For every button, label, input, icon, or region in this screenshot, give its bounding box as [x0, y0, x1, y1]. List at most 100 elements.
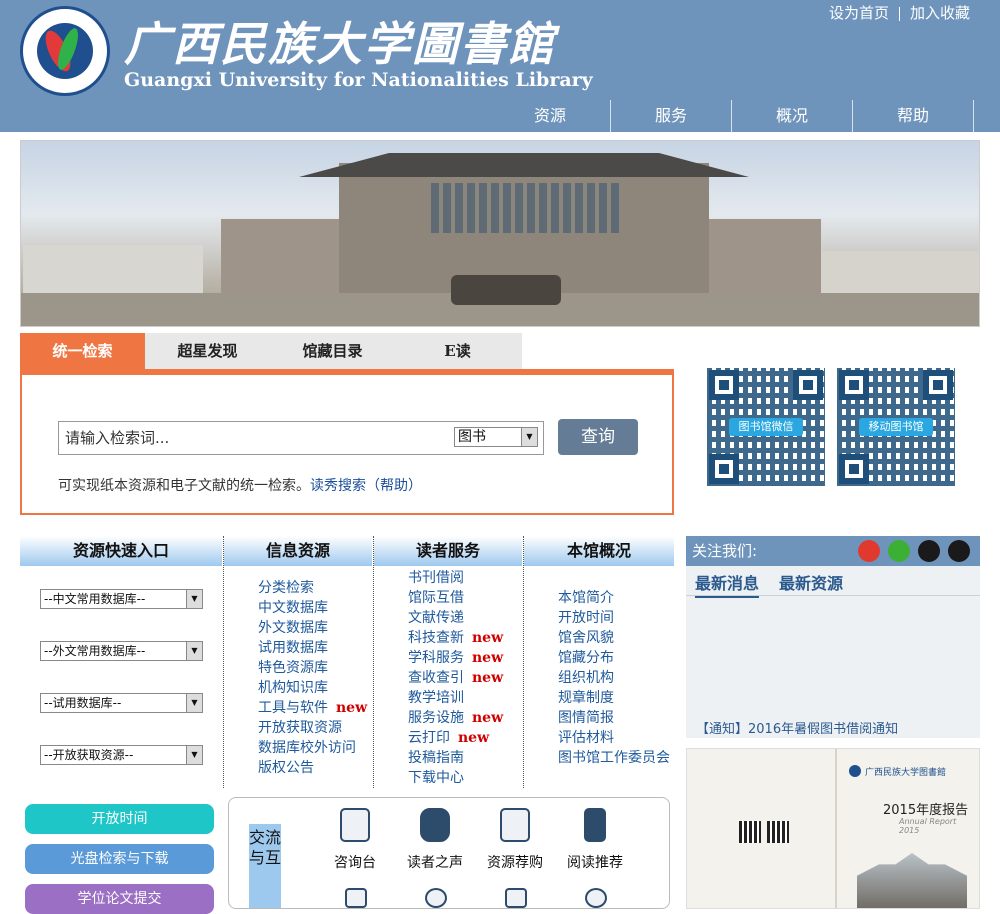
set-homepage-link[interactable]: 设为首页 [819, 4, 899, 22]
list-item[interactable]: 分类检索 [258, 578, 367, 598]
new-badge: new [336, 700, 368, 716]
list-item[interactable]: 学科服务 new [408, 648, 503, 668]
follow-us-label: 关注我们: [692, 542, 758, 560]
tab-unified-search[interactable]: 统一检索 [20, 333, 145, 369]
new-badge: new [458, 730, 490, 746]
tab-latest-news[interactable]: 最新消息 [695, 570, 760, 598]
select-value: --中文常用数据库-- [44, 592, 146, 606]
list-item[interactable]: 开放时间 [558, 608, 670, 628]
phone-icon[interactable] [345, 888, 367, 908]
list-item[interactable]: 云打印 new [408, 728, 503, 748]
nav-help[interactable]: 帮助 [853, 100, 974, 132]
news-ticker-item[interactable]: 【通知】2016年暑假图书借阅通知 [696, 720, 966, 734]
list-item[interactable]: 工具与软件 new [258, 698, 367, 718]
list-item[interactable]: 服务设施 new [408, 708, 503, 728]
search-button[interactable]: 查询 [558, 419, 638, 455]
list-item[interactable]: 教学培训 [408, 688, 503, 708]
list-item[interactable]: 馆际互借 [408, 588, 503, 608]
list-item[interactable]: 书刊借阅 [408, 568, 503, 588]
list-item[interactable]: 本馆简介 [558, 588, 670, 608]
search-panel: 请输入检索词... 图书 ▼ 查询 可实现纸本资源和电子文献的统一检索。读秀搜索… [20, 369, 674, 515]
pen-icon[interactable] [425, 888, 447, 908]
column-divider [523, 536, 524, 788]
list-item[interactable]: 中文数据库 [258, 598, 367, 618]
consult-desk-item[interactable]: 咨询台 [315, 808, 395, 872]
nav-overview[interactable]: 概况 [732, 100, 853, 132]
select-value: --开放获取资源-- [44, 748, 134, 762]
list-item[interactable]: 版权公告 [258, 758, 367, 778]
report-title: 2015年度报告 [883, 803, 969, 818]
reader-services-list: 书刊借阅 馆际互借 文献传递 科技查新 new 学科服务 new 查收查引 new 教… [408, 568, 503, 788]
tab-catalog[interactable]: 馆藏目录 [270, 333, 395, 369]
tab-chaoxing-discovery[interactable]: 超星发现 [145, 333, 270, 369]
wechat-icon[interactable] [888, 540, 910, 562]
nav-resources[interactable]: 资源 [490, 100, 611, 132]
list-item[interactable]: 图书馆工作委员会 [558, 748, 670, 768]
list-item[interactable]: 特色资源库 [258, 658, 367, 678]
list-item[interactable]: 下载中心 [408, 768, 503, 788]
weibo-icon[interactable] [858, 540, 880, 562]
search-note: 可实现纸本资源和电子文献的统一检索。读秀搜索（帮助） [58, 475, 422, 495]
list-item[interactable]: 外文数据库 [258, 618, 367, 638]
search-help-link[interactable]: （帮助） [366, 478, 422, 494]
search-type-value: 图书 [458, 429, 486, 445]
list-item[interactable]: 开放获取资源 [258, 718, 367, 738]
list-item[interactable]: 机构知识库 [258, 678, 367, 698]
mobile-library-qr-label: 移动图书馆 [859, 418, 933, 436]
list-item[interactable]: 馆藏分布 [558, 648, 670, 668]
annual-report-cover[interactable]: 广西民族大学图書館 2015年度报告 Annual Report 2015 [686, 748, 980, 909]
list-item[interactable]: 图情简报 [558, 708, 670, 728]
list-item[interactable]: 查收查引 new [408, 668, 503, 688]
reader-voice-item[interactable]: 读者之声 [395, 808, 475, 872]
reading-recommend-label: 阅读推荐 [567, 855, 623, 871]
qr-finder [839, 454, 869, 484]
list-item[interactable]: 评估材料 [558, 728, 670, 748]
site-header: 广西民族大学圖書館 Guangxi University for Nationa… [0, 0, 1000, 132]
list-item[interactable]: 试用数据库 [258, 638, 367, 658]
resource-recommend-item[interactable]: 资源荐购 [475, 808, 555, 872]
thesis-submission-button[interactable]: 学位论文提交 [25, 884, 214, 914]
nav-services[interactable]: 服务 [611, 100, 732, 132]
camera-icon[interactable] [585, 888, 607, 908]
list-item[interactable]: 投稿指南 [408, 748, 503, 768]
search-type-select[interactable]: 图书 ▼ [454, 427, 538, 447]
overview-list: 本馆简介 开放时间 馆舍风貌 馆藏分布 组织机构 规章制度 图情简报 评估材料 … [558, 588, 670, 768]
banner-stone-monument [451, 275, 561, 305]
list-item[interactable]: 馆舍风貌 [558, 628, 670, 648]
qr-finder [923, 370, 953, 400]
mobile-library-qr-code: 移动图书馆 [837, 368, 955, 486]
reader-voice-label: 读者之声 [407, 855, 463, 871]
opening-hours-button[interactable]: 开放时间 [25, 804, 214, 834]
interaction-label: 交流与互 [249, 824, 281, 908]
report-spine [835, 749, 837, 908]
trial-db-select[interactable]: --试用数据库-- ▼ [40, 693, 203, 713]
cd-retrieval-button[interactable]: 光盘检索与下载 [25, 844, 214, 874]
qr-finder [793, 370, 823, 400]
chevron-down-icon: ▼ [186, 590, 202, 608]
list-item[interactable]: 规章制度 [558, 688, 670, 708]
qq-icon[interactable] [948, 540, 970, 562]
duxiu-search-link[interactable]: 读秀搜索 [310, 478, 366, 494]
list-item[interactable]: 文献传递 [408, 608, 503, 628]
list-item[interactable]: 科技查新 new [408, 628, 503, 648]
list-item[interactable]: 组织机构 [558, 668, 670, 688]
wechat-qr-label: 图书馆微信 [729, 418, 803, 436]
new-badge: new [472, 650, 504, 666]
overview-header: 本馆概况 [524, 536, 674, 566]
chinese-db-select[interactable]: --中文常用数据库-- ▼ [40, 589, 203, 609]
qq-icon[interactable] [918, 540, 940, 562]
select-value: --外文常用数据库-- [44, 644, 146, 658]
add-favorite-link[interactable]: 加入收藏 [900, 4, 980, 22]
foreign-db-select[interactable]: --外文常用数据库-- ▼ [40, 641, 203, 661]
reading-recommend-item[interactable]: 阅读推荐 [555, 808, 635, 872]
tab-latest-resources[interactable]: 最新资源 [779, 570, 843, 594]
open-access-select[interactable]: --开放获取资源-- ▼ [40, 745, 203, 765]
university-seal-logo[interactable] [20, 6, 110, 96]
document-icon[interactable] [505, 888, 527, 908]
tab-eread[interactable]: E读 [395, 333, 520, 369]
top-links: 设为首页 加入收藏 [819, 2, 980, 23]
list-item[interactable]: 数据库校外访问 [258, 738, 367, 758]
banner-roof [299, 153, 749, 177]
report-qr-code [739, 821, 761, 843]
column-divider [373, 536, 374, 788]
